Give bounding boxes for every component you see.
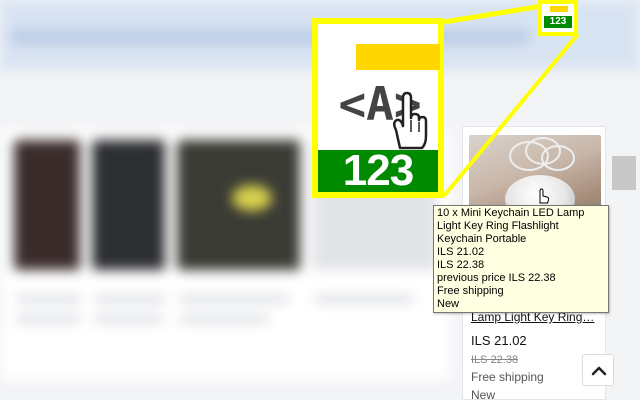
mini-number-badge: 123 [544,16,572,28]
icon-number-badge: 123 [318,149,438,193]
mini-yellow-bar [550,6,568,12]
icon-yellow-bar [356,44,440,70]
hand-pointer-icon [393,91,428,150]
extension-toolbar-button[interactable]: 123 [538,0,578,36]
extension-icon-zoom: <A> 123 [312,18,444,198]
